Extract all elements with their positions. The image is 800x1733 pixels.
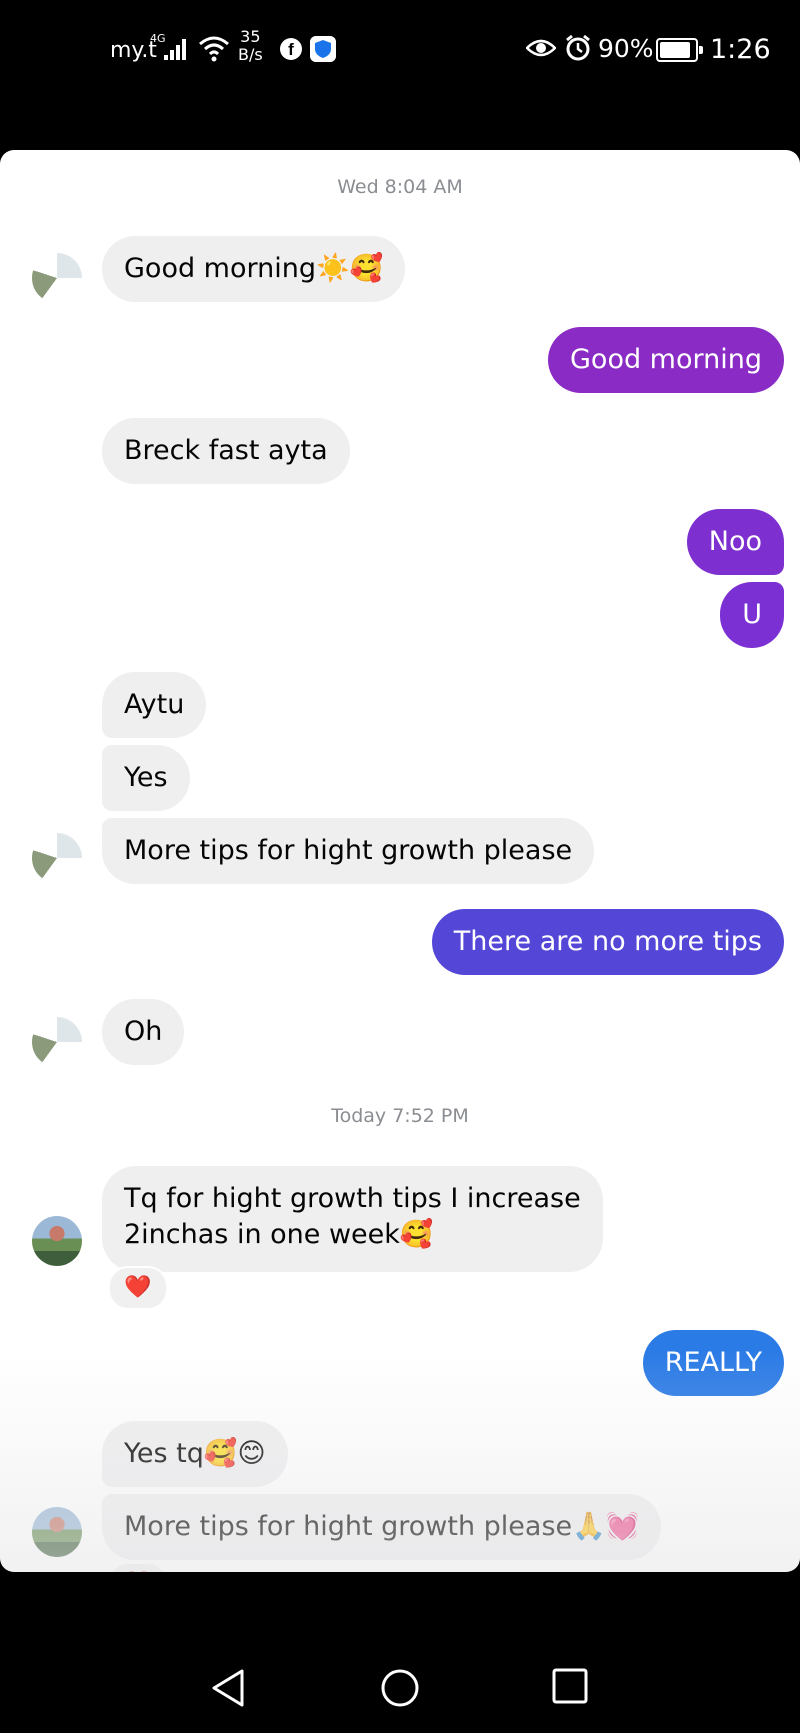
network-speed: 35 B/s [238,28,263,64]
clock: 1:26 [710,34,771,65]
contact-avatar[interactable] [32,1216,82,1266]
eye-comfort-icon [526,39,556,57]
wifi-icon [199,36,229,62]
speed-unit: B/s [238,45,263,64]
message-line: 2inchas in one week🥰 [124,1219,434,1250]
navigation-bar [0,1572,800,1733]
incoming-message[interactable]: Oh [102,999,185,1065]
incoming-message[interactable]: Good morning☀️🥰 [102,236,406,302]
incoming-message[interactable]: More tips for hight growth please [102,818,595,884]
outgoing-message[interactable]: Good morning [548,327,784,393]
outgoing-message[interactable]: U [720,582,784,648]
contact-avatar[interactable] [32,1017,82,1067]
signal-icon [164,38,190,60]
outgoing-message[interactable]: Noo [686,509,784,575]
chat-thread[interactable]: Wed 8:04 AM Good morning☀️🥰 Good morning… [0,150,800,1572]
recents-button[interactable] [552,1668,588,1704]
alarm-icon [566,34,590,61]
battery-percent: 90% [598,34,654,63]
timestamp: Today 7:52 PM [331,1105,469,1127]
outgoing-message[interactable]: REALLY [642,1330,784,1396]
heart-reaction-icon[interactable]: ❤️ [108,1266,168,1310]
back-button[interactable] [210,1668,246,1708]
outgoing-message[interactable]: There are no more tips [431,909,784,975]
contact-avatar[interactable] [32,1507,82,1557]
incoming-message[interactable]: Tq for hight growth tips I increase 2inc… [102,1166,603,1272]
status-bar: my.t 4G 35 B/s f 90% 1:26 [0,0,800,100]
incoming-message[interactable]: Aytu [102,672,207,738]
home-button[interactable] [380,1668,420,1708]
message-line: Tq for hight growth tips I increase [124,1183,581,1214]
contact-avatar[interactable] [32,833,82,883]
incoming-message[interactable]: More tips for hight growth please🙏💓 [102,1494,662,1560]
contact-avatar[interactable] [32,253,82,303]
battery-icon [656,38,703,62]
shield-icon [310,36,336,62]
incoming-message[interactable]: Breck fast ayta [102,418,350,484]
timestamp: Wed 8:04 AM [337,176,463,198]
incoming-message[interactable]: Yes [102,745,190,811]
incoming-message[interactable]: Yes tq🥰😊 [102,1421,288,1487]
speed-value: 35 [240,27,261,46]
facebook-icon: f [280,38,302,60]
heart-reaction-icon[interactable]: ❤️ [108,1562,168,1572]
